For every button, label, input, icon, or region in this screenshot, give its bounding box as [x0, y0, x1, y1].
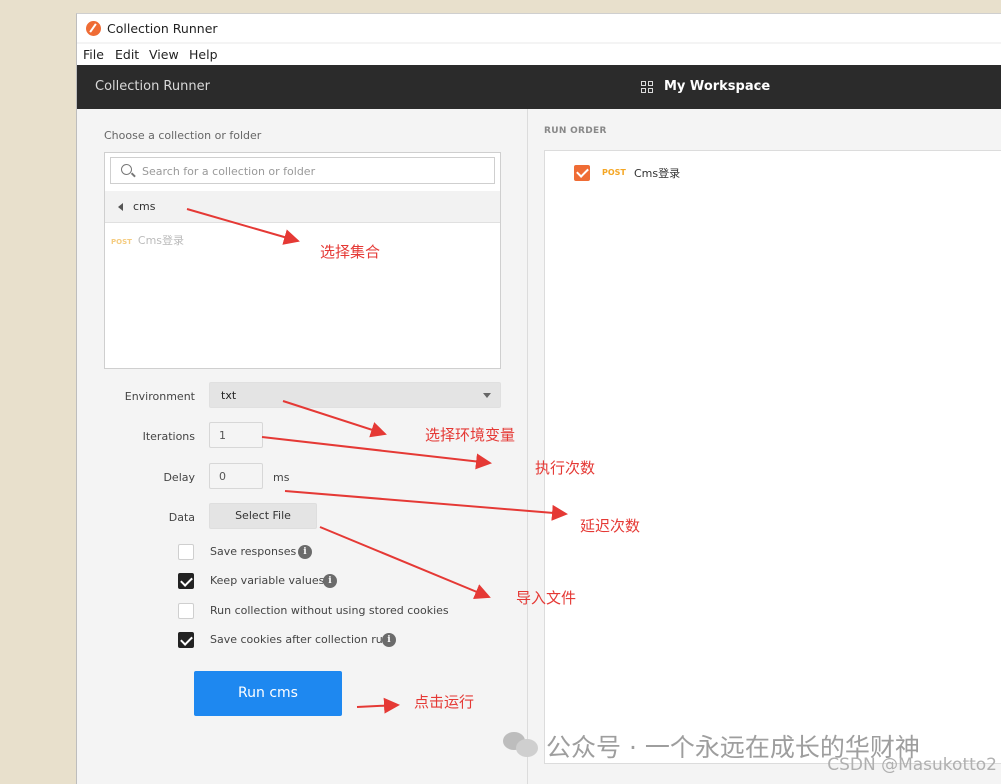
window-title: Collection Runner [107, 21, 218, 36]
iterations-label: Iterations [142, 430, 195, 443]
menu-help[interactable]: Help [189, 47, 218, 62]
header-bar: Collection Runner My Workspace ⌵ [77, 65, 1001, 109]
option-label: Save cookies after collection run [210, 633, 390, 646]
run-order-list: POST Cms登录 [544, 150, 1001, 764]
menu-view[interactable]: View [149, 47, 179, 62]
checkbox[interactable] [178, 603, 194, 619]
search-input[interactable] [142, 162, 482, 180]
run-order-method: POST [602, 168, 626, 177]
postman-logo-icon [86, 21, 101, 36]
folder-name: cms [133, 200, 156, 213]
delay-unit: ms [273, 471, 290, 484]
option-label: Keep variable values [210, 574, 325, 587]
annotation-iterations: 执行次数 [535, 459, 596, 477]
title-bar: Collection Runner [77, 14, 1001, 42]
request-method: POST [111, 238, 132, 246]
header-title: Collection Runner [95, 79, 210, 94]
info-icon[interactable]: i [382, 633, 396, 647]
run-order-label: RUN ORDER [544, 126, 607, 136]
run-collection-button[interactable]: Run cms [194, 671, 342, 716]
delay-input[interactable]: 0 [209, 463, 263, 489]
environment-value: txt [221, 389, 237, 402]
menu-file[interactable]: File [83, 47, 104, 62]
option-label: Run collection without using stored cook… [210, 604, 449, 617]
caret-left-icon[interactable] [118, 203, 123, 211]
run-order-request-name[interactable]: Cms登录 [634, 165, 680, 181]
checkbox[interactable] [178, 573, 194, 589]
menu-edit[interactable]: Edit [115, 47, 139, 62]
annotation-import-file: 导入文件 [516, 589, 577, 607]
search-field[interactable] [110, 157, 495, 184]
delay-label: Delay [163, 471, 195, 484]
search-icon [121, 164, 132, 175]
annotation-select-env: 选择环境变量 [425, 426, 516, 444]
annotation-click-run: 点击运行 [414, 693, 475, 711]
checkbox[interactable] [178, 632, 194, 648]
info-icon[interactable]: i [298, 545, 312, 559]
checkbox[interactable] [178, 544, 194, 560]
csdn-watermark: CSDN @Masukotto2 [827, 755, 997, 775]
request-row[interactable]: POST Cms登录 [111, 229, 184, 248]
info-icon[interactable]: i [323, 574, 337, 588]
workspace-grid-icon[interactable] [641, 81, 654, 94]
wechat-icon [503, 730, 539, 758]
run-order-checkbox[interactable] [574, 165, 590, 181]
select-file-button[interactable]: Select File [209, 503, 317, 529]
collection-picker: cms POST Cms登录 [104, 152, 501, 369]
request-name: Cms登录 [137, 234, 185, 247]
folder-row-cms[interactable]: cms [105, 191, 500, 223]
menu-bar: File Edit View Help [77, 44, 1001, 65]
environment-select[interactable]: txt [209, 382, 501, 408]
annotation-delay: 延迟次数 [580, 517, 641, 535]
workspace-selector[interactable]: My Workspace [664, 79, 770, 94]
chevron-down-icon[interactable]: ⌵ [756, 78, 764, 92]
environment-label: Environment [124, 390, 195, 403]
iterations-input[interactable]: 1 [209, 422, 263, 448]
collection-section-label: Choose a collection or folder [104, 129, 262, 142]
annotation-select-collection: 选择集合 [320, 243, 381, 261]
run-order-panel: RUN ORDER POST Cms登录 [529, 109, 1001, 784]
app-window: Collection Runner File Edit View Help Co… [76, 13, 1001, 784]
dropdown-arrow-icon [483, 393, 491, 398]
data-label: Data [168, 511, 195, 524]
option-label: Save responses [210, 545, 297, 558]
